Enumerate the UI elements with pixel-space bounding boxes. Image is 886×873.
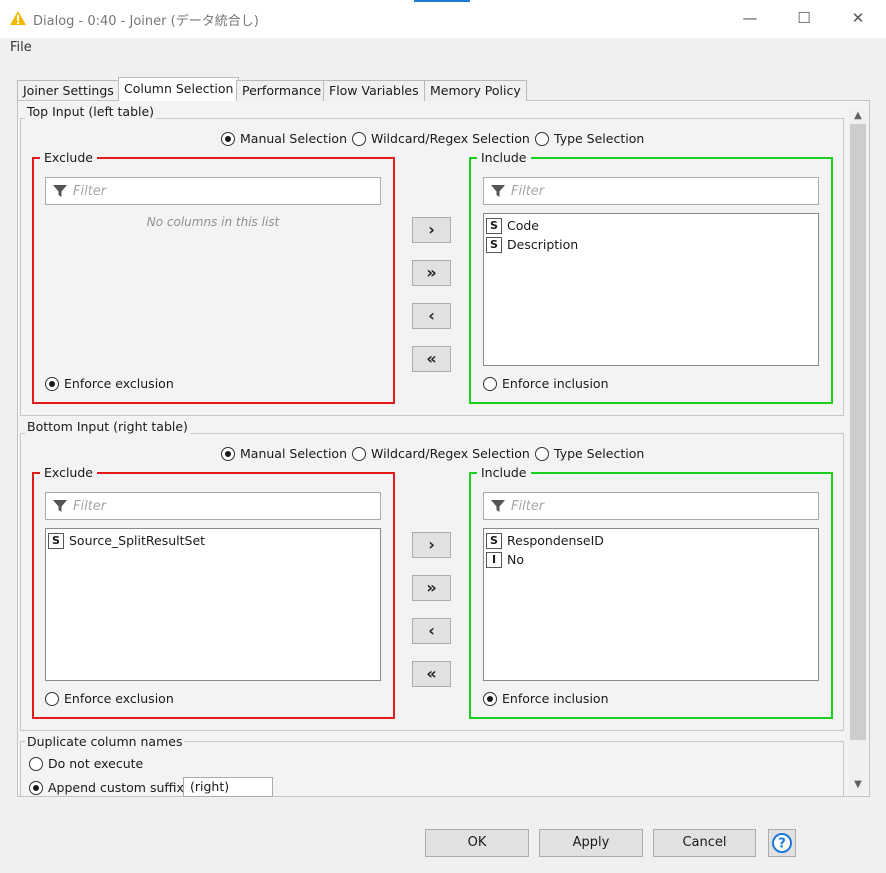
bottom-add-all-button[interactable]: »: [412, 575, 451, 601]
bottom-enforce-exclusion-radio[interactable]: [45, 691, 59, 706]
string-type-icon: S: [48, 532, 64, 549]
tab-performance[interactable]: Performance: [236, 80, 328, 101]
top-enforce-inclusion[interactable]: Enforce inclusion: [483, 376, 609, 391]
top-mode-type[interactable]: Type Selection: [535, 131, 644, 146]
top-enforce-exclusion-radio[interactable]: [45, 376, 59, 391]
top-mode-wildcard-radio[interactable]: [352, 131, 366, 146]
bottom-input-title: Bottom Input (right table): [25, 419, 190, 434]
bottom-mode-type[interactable]: Type Selection: [535, 446, 644, 461]
bottom-enforce-inclusion-radio[interactable]: [483, 691, 497, 706]
bottom-remove-all-button[interactable]: «: [412, 661, 451, 687]
filter-icon: [53, 185, 67, 197]
top-mode-type-radio[interactable]: [535, 131, 549, 146]
top-enforce-exclusion[interactable]: Enforce exclusion: [45, 376, 174, 391]
top-remove-all-button[interactable]: «: [412, 346, 451, 372]
ok-button[interactable]: OK: [425, 829, 529, 857]
do-not-execute-radio[interactable]: [29, 756, 43, 771]
bottom-exclude-label: Exclude: [40, 465, 97, 480]
tab-flow-variables[interactable]: Flow Variables: [323, 80, 425, 101]
help-button[interactable]: ?: [768, 829, 796, 857]
top-exclude-filter-input[interactable]: Filter: [45, 177, 381, 205]
top-remove-button[interactable]: ‹: [412, 303, 451, 329]
window-title: Dialog - 0:40 - Joiner (データ統合し): [33, 14, 259, 29]
help-icon: ?: [772, 833, 792, 853]
scroll-down-icon[interactable]: ▼: [849, 777, 867, 793]
maximize-button[interactable]: ☐: [789, 5, 819, 31]
cancel-button[interactable]: Cancel: [653, 829, 756, 857]
help-label: ?: [778, 837, 786, 852]
scroll-up-icon[interactable]: ▲: [849, 108, 867, 124]
top-input-title: Top Input (left table): [25, 104, 157, 119]
top-mode-wildcard[interactable]: Wildcard/Regex Selection: [352, 131, 530, 146]
top-exclude-empty-message: No columns in this list: [146, 215, 280, 229]
scrollbar-thumb[interactable]: [850, 124, 866, 740]
tab-joiner-settings[interactable]: Joiner Settings: [17, 80, 120, 101]
filter-icon: [491, 185, 505, 197]
tab-memory-policy[interactable]: Memory Policy: [424, 80, 527, 101]
title-accent-line: [414, 0, 470, 2]
bottom-mode-wildcard-radio[interactable]: [352, 446, 366, 461]
top-include-filter-input[interactable]: Filter: [483, 177, 819, 205]
apply-button[interactable]: Apply: [539, 829, 643, 857]
bottom-include-list[interactable]: S RespondenseID I No: [483, 528, 819, 681]
string-type-icon: S: [486, 236, 502, 253]
top-exclude-label: Exclude: [40, 150, 97, 165]
menu-bar: File: [0, 38, 886, 58]
list-item[interactable]: S Description: [484, 235, 818, 254]
string-type-icon: S: [486, 532, 502, 549]
bottom-include-label: Include: [477, 465, 531, 480]
minimize-button[interactable]: —: [735, 5, 765, 31]
bottom-remove-button[interactable]: ‹: [412, 618, 451, 644]
tab-column-selection[interactable]: Column Selection: [118, 77, 240, 101]
integer-type-icon: I: [486, 551, 502, 568]
close-button[interactable]: ✕: [843, 5, 873, 31]
bottom-mode-type-radio[interactable]: [535, 446, 549, 461]
top-include-list[interactable]: S Code S Description: [483, 213, 819, 366]
list-item[interactable]: I No: [484, 550, 818, 569]
bottom-exclude-list[interactable]: S Source_SplitResultSet: [45, 528, 381, 681]
list-item[interactable]: S RespondenseID: [484, 531, 818, 550]
filter-icon: [491, 500, 505, 512]
menu-file[interactable]: File: [10, 40, 32, 55]
top-add-all-button[interactable]: »: [412, 260, 451, 286]
top-enforce-inclusion-radio[interactable]: [483, 376, 497, 391]
bottom-include-filter-input[interactable]: Filter: [483, 492, 819, 520]
suffix-input[interactable]: (right): [183, 777, 273, 797]
list-item[interactable]: S Source_SplitResultSet: [46, 531, 380, 550]
bottom-mode-manual[interactable]: Manual Selection: [221, 446, 347, 461]
do-not-execute-option[interactable]: Do not execute: [29, 756, 143, 771]
top-add-button[interactable]: ›: [412, 217, 451, 243]
duplicate-title: Duplicate column names: [25, 734, 185, 749]
bottom-exclude-filter-input[interactable]: Filter: [45, 492, 381, 520]
bottom-enforce-inclusion[interactable]: Enforce inclusion: [483, 691, 609, 706]
knime-warning-icon: [10, 11, 26, 25]
top-mode-manual-radio[interactable]: [221, 131, 235, 146]
bottom-mode-manual-radio[interactable]: [221, 446, 235, 461]
bottom-enforce-exclusion[interactable]: Enforce exclusion: [45, 691, 174, 706]
append-suffix-option[interactable]: Append custom suffix: [29, 780, 184, 795]
top-mode-manual[interactable]: Manual Selection: [221, 131, 347, 146]
filter-icon: [53, 500, 67, 512]
bottom-add-button[interactable]: ›: [412, 532, 451, 558]
list-item[interactable]: S Code: [484, 216, 818, 235]
append-suffix-radio[interactable]: [29, 780, 43, 795]
bottom-mode-wildcard[interactable]: Wildcard/Regex Selection: [352, 446, 530, 461]
string-type-icon: S: [486, 217, 502, 234]
top-include-label: Include: [477, 150, 531, 165]
